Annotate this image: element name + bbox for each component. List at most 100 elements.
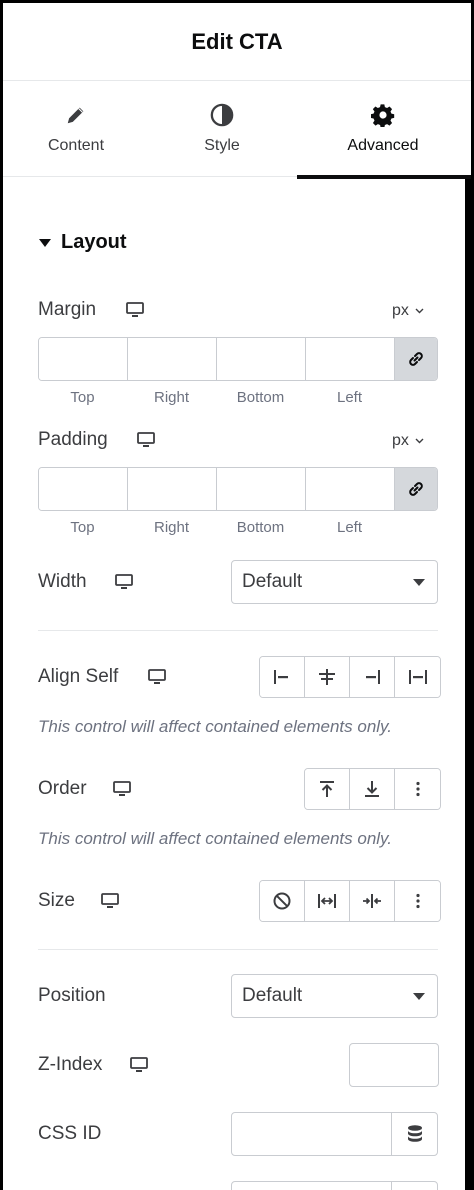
tab-style[interactable]: Style bbox=[149, 81, 295, 177]
section-title: Layout bbox=[61, 231, 127, 253]
pencil-icon bbox=[64, 103, 88, 127]
padding-bottom-input[interactable] bbox=[217, 468, 306, 510]
monitor-icon[interactable] bbox=[148, 669, 166, 685]
align-center-button[interactable] bbox=[305, 657, 350, 697]
settings-panel: Layout Margin px Top Right Bottom Left P bbox=[3, 179, 471, 1190]
size-more-button[interactable] bbox=[395, 881, 440, 921]
order-buttons bbox=[304, 768, 441, 810]
size-shrink-button[interactable] bbox=[350, 881, 395, 921]
side-label: Left bbox=[336, 389, 363, 406]
size-none-button[interactable] bbox=[260, 881, 305, 921]
monitor-icon[interactable] bbox=[115, 574, 133, 590]
margin-label: Margin bbox=[38, 299, 97, 320]
margin-left-input[interactable] bbox=[306, 338, 395, 380]
next-input[interactable] bbox=[232, 1182, 391, 1190]
align-start-button[interactable] bbox=[260, 657, 305, 697]
padding-unit-value: px bbox=[392, 432, 409, 449]
tab-content[interactable]: Content bbox=[3, 81, 149, 177]
tab-bar: Content Style Advanced bbox=[3, 81, 471, 179]
tab-content-label: Content bbox=[47, 137, 105, 154]
order-last-button[interactable] bbox=[350, 769, 395, 809]
monitor-icon[interactable] bbox=[137, 432, 155, 448]
align-self-buttons bbox=[259, 656, 441, 698]
align-stretch-icon bbox=[408, 670, 427, 684]
align-self-label: Align Self bbox=[38, 666, 119, 687]
width-select[interactable]: Default bbox=[231, 560, 438, 604]
order-label: Order bbox=[38, 778, 87, 799]
css-id-field bbox=[231, 1112, 438, 1156]
monitor-icon[interactable] bbox=[113, 781, 131, 797]
align-end-icon bbox=[366, 670, 380, 684]
dynamic-tags-button[interactable] bbox=[391, 1113, 437, 1155]
padding-inputs bbox=[38, 467, 438, 511]
padding-label: Padding bbox=[38, 429, 108, 450]
position-select-value: Default bbox=[242, 985, 303, 1006]
chevron-down-icon bbox=[415, 438, 424, 444]
padding-link-button[interactable] bbox=[395, 468, 437, 510]
align-stretch-button[interactable] bbox=[395, 657, 440, 697]
more-vertical-icon bbox=[415, 781, 420, 797]
size-grow-button[interactable] bbox=[305, 881, 350, 921]
position-label: Position bbox=[38, 985, 106, 1006]
align-center-icon bbox=[319, 669, 335, 685]
margin-right-input[interactable] bbox=[128, 338, 217, 380]
link-icon bbox=[409, 352, 423, 366]
align-end-button[interactable] bbox=[350, 657, 395, 697]
z-index-input[interactable] bbox=[349, 1043, 439, 1087]
size-buttons bbox=[259, 880, 441, 922]
compress-horizontal-icon bbox=[363, 894, 381, 908]
align-start-icon bbox=[274, 670, 288, 684]
expand-horizontal-icon bbox=[318, 894, 336, 908]
padding-top-input[interactable] bbox=[39, 468, 128, 510]
tab-advanced[interactable]: Advanced bbox=[295, 81, 471, 179]
side-label: Left bbox=[336, 519, 363, 536]
dynamic-tags-button[interactable] bbox=[391, 1182, 437, 1190]
size-label: Size bbox=[38, 890, 75, 911]
next-field bbox=[231, 1181, 438, 1190]
monitor-icon[interactable] bbox=[126, 302, 144, 318]
tab-advanced-label: Advanced bbox=[347, 137, 419, 154]
editor-panel: Edit CTA Content Style Advanced Layout M… bbox=[0, 0, 474, 1190]
css-id-label: CSS ID bbox=[38, 1123, 102, 1144]
monitor-icon[interactable] bbox=[130, 1057, 148, 1073]
tab-style-label: Style bbox=[204, 137, 240, 154]
side-label: Right bbox=[153, 389, 190, 406]
caret-down-icon bbox=[413, 579, 425, 586]
more-vertical-icon bbox=[415, 893, 420, 909]
z-index-label: Z-Index bbox=[38, 1054, 103, 1075]
margin-side-labels: Top Right Bottom Left bbox=[38, 389, 394, 406]
margin-unit-value: px bbox=[392, 302, 409, 319]
monitor-icon[interactable] bbox=[101, 893, 119, 909]
order-note: This control will affect contained eleme… bbox=[38, 829, 393, 848]
css-id-input[interactable] bbox=[232, 1113, 391, 1155]
padding-unit-select[interactable]: px bbox=[392, 432, 424, 450]
margin-link-button[interactable] bbox=[395, 338, 437, 380]
side-label: Top bbox=[70, 519, 95, 536]
margin-inputs bbox=[38, 337, 438, 381]
padding-side-labels: Top Right Bottom Left bbox=[38, 519, 394, 536]
divider bbox=[38, 949, 438, 950]
order-more-button[interactable] bbox=[395, 769, 440, 809]
padding-right-input[interactable] bbox=[128, 468, 217, 510]
side-label: Bottom bbox=[236, 389, 285, 406]
caret-down-icon bbox=[39, 238, 51, 247]
panel-title: Edit CTA bbox=[191, 28, 283, 54]
chevron-down-icon bbox=[415, 308, 424, 314]
scrollbar[interactable] bbox=[465, 179, 471, 1190]
margin-top-input[interactable] bbox=[39, 338, 128, 380]
align-self-note: This control will affect contained eleme… bbox=[38, 717, 393, 736]
ban-icon bbox=[273, 892, 291, 910]
padding-left-input[interactable] bbox=[306, 468, 395, 510]
link-icon bbox=[409, 482, 423, 496]
database-icon bbox=[407, 1125, 422, 1142]
side-label: Top bbox=[70, 389, 95, 406]
section-toggle-layout[interactable]: Layout bbox=[39, 231, 127, 254]
order-first-button[interactable] bbox=[305, 769, 350, 809]
divider bbox=[38, 630, 438, 631]
width-select-value: Default bbox=[242, 571, 303, 592]
margin-unit-select[interactable]: px bbox=[392, 302, 424, 320]
position-select[interactable]: Default bbox=[231, 974, 438, 1018]
half-circle-icon bbox=[210, 103, 234, 127]
caret-down-icon bbox=[413, 993, 425, 1000]
margin-bottom-input[interactable] bbox=[217, 338, 306, 380]
